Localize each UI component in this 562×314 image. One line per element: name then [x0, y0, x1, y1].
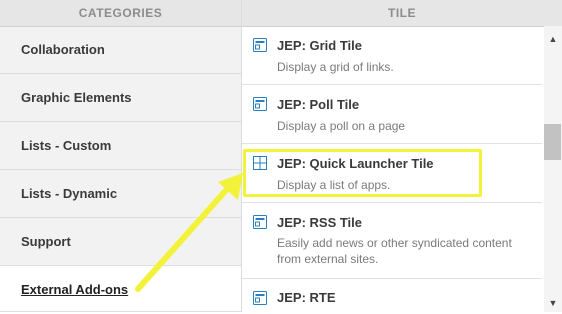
category-support[interactable]: Support — [0, 218, 241, 266]
scroll-thumb[interactable] — [544, 124, 561, 160]
tile-icon — [253, 291, 267, 305]
tile-icon — [253, 215, 267, 229]
tile-rte[interactable]: JEP: RTE — [242, 279, 542, 312]
tile-title: JEP: Grid Tile — [277, 38, 363, 53]
tile-description: Display a poll on a page — [277, 119, 406, 133]
tile-description: Display a grid of links. — [277, 60, 394, 74]
category-lists-dynamic[interactable]: Lists - Dynamic — [0, 170, 241, 218]
tile-icon — [253, 38, 267, 52]
tile-grid[interactable]: JEP: Grid Tile Display a grid of links. — [242, 26, 542, 85]
scroll-down-arrow-icon[interactable]: ▼ — [544, 294, 562, 312]
category-graphic-elements[interactable]: Graphic Elements — [0, 74, 241, 122]
scroll-up-arrow-icon[interactable]: ▲ — [544, 30, 562, 48]
highlight-box — [243, 149, 482, 197]
tile-title: JEP: RTE — [277, 290, 336, 305]
categories-panel: CATEGORIES Collaboration Graphic Element… — [0, 0, 242, 312]
categories-header: CATEGORIES — [0, 0, 241, 27]
tile-rss[interactable]: JEP: RSS Tile Easily add news or other s… — [242, 203, 542, 279]
tile-title: JEP: Poll Tile — [277, 97, 360, 112]
tile-icon — [253, 97, 267, 111]
tile-poll[interactable]: JEP: Poll Tile Display a poll on a page — [242, 85, 542, 144]
vertical-scrollbar[interactable]: ▲ ▼ — [544, 26, 562, 312]
tile-title: JEP: RSS Tile — [277, 215, 363, 230]
tile-header: TILE — [242, 0, 562, 27]
category-lists-custom[interactable]: Lists - Custom — [0, 122, 241, 170]
tile-description: Easily add news or other syndicated cont… — [277, 236, 512, 266]
category-collaboration[interactable]: Collaboration — [0, 26, 241, 74]
category-external-add-ons[interactable]: External Add-ons — [0, 266, 241, 312]
